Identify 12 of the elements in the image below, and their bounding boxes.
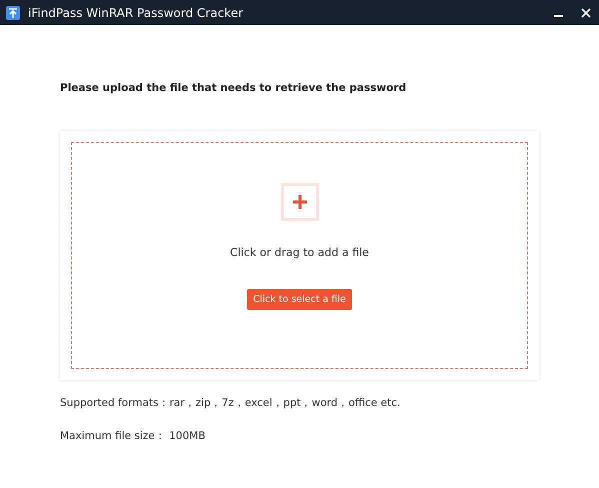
close-icon — [581, 8, 591, 18]
close-button[interactable] — [579, 6, 593, 20]
select-file-button[interactable]: Click to select a file — [247, 289, 352, 310]
instruction-heading: Please upload the file that needs to retrieve the password — [60, 82, 408, 94]
info-text: Supported formats：rar，zip，7z，excel，ppt，word，office etc. — [60, 396, 402, 410]
drop-hint: Click or drag to add a file — [230, 246, 369, 259]
minimize-icon — [554, 15, 562, 17]
window-title: iFindPass WinRAR Password Cracker — [28, 6, 244, 20]
upload-icon — [6, 6, 20, 20]
add-file-icon[interactable] — [280, 183, 318, 221]
info-text: Maximum file size： 100MB — [60, 429, 206, 443]
drop-zone[interactable]: Click or drag to add a file Click to select a file — [71, 142, 528, 369]
